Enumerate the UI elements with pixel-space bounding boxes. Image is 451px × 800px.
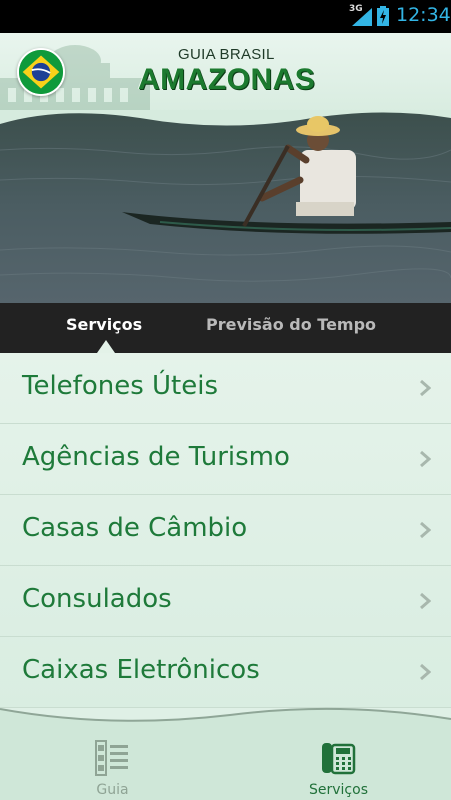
battery-charging-icon	[377, 6, 389, 26]
status-bar: 3G 12:34	[0, 0, 451, 33]
active-tab-indicator	[97, 340, 115, 353]
list-item-label: Telefones Úteis	[22, 371, 219, 401]
nav-servicos-label: Serviços	[309, 782, 368, 798]
chevron-right-icon	[420, 379, 431, 397]
nav-guia-label: Guia	[96, 782, 129, 798]
list-item-label: Casas de Câmbio	[22, 513, 248, 543]
guide-list-icon	[95, 740, 128, 776]
services-list: Telefones Úteis Agências de Turismo Casa…	[0, 353, 451, 708]
chevron-right-icon	[420, 663, 431, 681]
tab-bar: Serviços Previsão do Tempo	[0, 303, 451, 353]
canoe-river-photo	[0, 110, 451, 303]
signal-icon	[352, 8, 372, 26]
clock: 12:34	[396, 4, 451, 26]
tab-servicos[interactable]: Serviços	[66, 315, 142, 334]
hero-image	[0, 110, 451, 303]
nav-servicos[interactable]: Serviços	[226, 725, 451, 800]
brand-title: AMAZONAS	[138, 63, 316, 96]
chevron-right-icon	[420, 592, 431, 610]
brazil-flag-icon	[17, 48, 65, 96]
list-item-label: Agências de Turismo	[22, 442, 290, 472]
list-item-telefones-uteis[interactable]: Telefones Úteis	[0, 353, 451, 424]
bottom-navigation: Guia Serviços	[0, 725, 451, 800]
chevron-right-icon	[420, 521, 431, 539]
list-item-consulados[interactable]: Consulados	[0, 566, 451, 637]
nav-guia[interactable]: Guia	[0, 725, 225, 800]
list-item-agencias-de-turismo[interactable]: Agências de Turismo	[0, 424, 451, 495]
brand-subtitle: GUIA BRASIL	[178, 46, 275, 63]
chevron-right-icon	[420, 450, 431, 468]
tab-previsao-do-tempo[interactable]: Previsão do Tempo	[206, 315, 376, 334]
list-item-label: Consulados	[22, 584, 172, 614]
phone-icon	[322, 743, 356, 775]
list-item-label: Caixas Eletrônicos	[22, 655, 260, 685]
list-item-casas-de-cambio[interactable]: Casas de Câmbio	[0, 495, 451, 566]
